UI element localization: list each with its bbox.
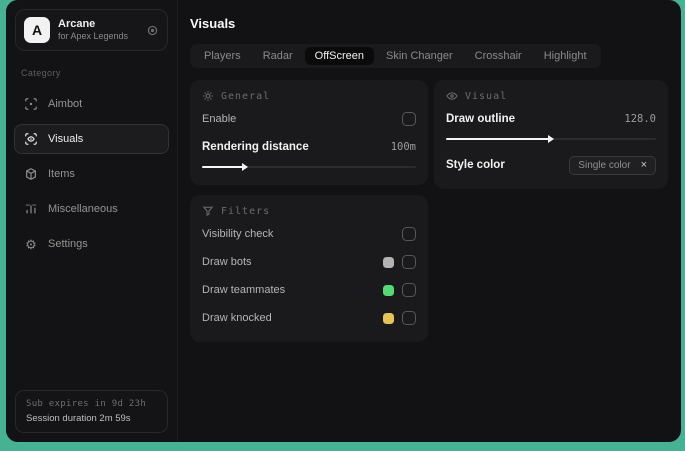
sidebar-item-items[interactable]: Items: [14, 159, 169, 189]
draw-bots-color-swatch[interactable]: [383, 256, 394, 268]
sidebar-item-label: Items: [48, 168, 75, 180]
funnel-icon: [202, 205, 214, 217]
panel-title: Visual: [465, 90, 508, 102]
panel-title: Filters: [221, 205, 271, 217]
app-window: A Arcane for Apex Legends Category Aimbo…: [6, 0, 681, 442]
main-content: Visuals Players Radar OffScreen Skin Cha…: [178, 0, 681, 442]
session-duration-text: Session duration 2m 59s: [26, 413, 131, 424]
style-color-row: Style color Single color ×: [446, 154, 656, 176]
draw-bots-checkbox[interactable]: [402, 255, 416, 269]
slider-thumb[interactable]: [241, 163, 248, 171]
app-logo: A: [24, 17, 50, 43]
draw-bots-row: Draw bots: [202, 251, 416, 273]
draw-teammates-label: Draw teammates: [202, 284, 286, 296]
style-color-selected-value: Single color: [578, 159, 631, 171]
draw-teammates-row: Draw teammates: [202, 279, 416, 301]
draw-knocked-checkbox[interactable]: [402, 311, 416, 325]
bars-icon: [24, 202, 38, 216]
slider-thumb[interactable]: [547, 135, 554, 143]
eye-scan-icon: [24, 132, 38, 146]
sidebar-item-label: Miscellaneous: [48, 203, 118, 215]
draw-outline-row: Draw outline 128.0: [446, 108, 656, 130]
sidebar-item-label: Visuals: [48, 133, 84, 145]
tab-skin-changer[interactable]: Skin Changer: [376, 47, 463, 65]
enable-row: Enable: [202, 108, 416, 130]
category-label: Category: [21, 68, 61, 78]
rendering-distance-slider[interactable]: [202, 162, 416, 172]
sidebar-item-visuals[interactable]: Visuals: [14, 124, 169, 154]
brand-card: A Arcane for Apex Legends: [15, 9, 168, 51]
sidebar-nav: Aimbot Visuals Items Miscellaneous ⚙ Set…: [6, 84, 177, 264]
pin-icon[interactable]: [146, 24, 159, 37]
draw-knocked-label: Draw knocked: [202, 312, 272, 324]
draw-bots-label: Draw bots: [202, 256, 252, 268]
tab-radar[interactable]: Radar: [253, 47, 303, 65]
style-color-label: Style color: [446, 159, 505, 171]
crosshair-target-icon: [24, 97, 38, 111]
sub-expires-text: Sub expires in 9d 23h: [26, 399, 147, 409]
enable-label: Enable: [202, 113, 237, 125]
page-title: Visuals: [190, 16, 236, 31]
subscription-info-card: Sub expires in 9d 23h Session duration 2…: [15, 390, 168, 433]
sidebar-item-label: Settings: [48, 238, 88, 250]
draw-knocked-color-swatch[interactable]: [383, 312, 394, 324]
box-icon: [24, 167, 38, 181]
sidebar-item-settings[interactable]: ⚙ Settings: [14, 229, 169, 259]
app-subtitle: for Apex Legends: [58, 31, 129, 42]
rendering-distance-value: 100m: [390, 141, 416, 153]
draw-teammates-checkbox[interactable]: [402, 283, 416, 297]
tab-highlight[interactable]: Highlight: [534, 47, 597, 65]
app-name: Arcane: [58, 17, 96, 30]
sun-icon: [202, 90, 214, 102]
visibility-check-row: Visibility check: [202, 223, 416, 245]
draw-knocked-row: Draw knocked: [202, 307, 416, 329]
enable-checkbox[interactable]: [402, 112, 416, 126]
visibility-check-checkbox[interactable]: [402, 227, 416, 241]
draw-outline-slider[interactable]: [446, 134, 656, 144]
rendering-distance-row: Rendering distance 100m: [202, 136, 416, 158]
gear-icon: ⚙: [25, 236, 37, 252]
sidebar-item-miscellaneous[interactable]: Miscellaneous: [14, 194, 169, 224]
panel-title: General: [221, 90, 271, 102]
eye-icon: [446, 90, 458, 102]
sidebar-item-label: Aimbot: [48, 98, 83, 110]
draw-outline-label: Draw outline: [446, 113, 516, 125]
style-color-select[interactable]: Single color ×: [569, 155, 656, 175]
sidebar-item-aimbot[interactable]: Aimbot: [14, 89, 169, 119]
tab-crosshair[interactable]: Crosshair: [465, 47, 532, 65]
tab-offscreen[interactable]: OffScreen: [304, 47, 374, 65]
visuals-tabstrip: Players Radar OffScreen Skin Changer Cro…: [190, 44, 601, 68]
draw-outline-value: 128.0: [624, 113, 656, 125]
rendering-distance-label: Rendering distance: [202, 141, 309, 153]
sidebar: A Arcane for Apex Legends Category Aimbo…: [6, 0, 178, 442]
clear-icon[interactable]: ×: [641, 159, 647, 171]
visibility-check-label: Visibility check: [202, 228, 274, 240]
draw-teammates-color-swatch[interactable]: [383, 284, 394, 296]
tab-players[interactable]: Players: [194, 47, 251, 65]
panel-general: General Enable Rendering distance 100m: [190, 80, 428, 185]
panel-visual: Visual Draw outline 128.0 Style color Si…: [434, 80, 668, 189]
panel-filters: Filters Visibility check Draw bots Draw …: [190, 195, 428, 342]
